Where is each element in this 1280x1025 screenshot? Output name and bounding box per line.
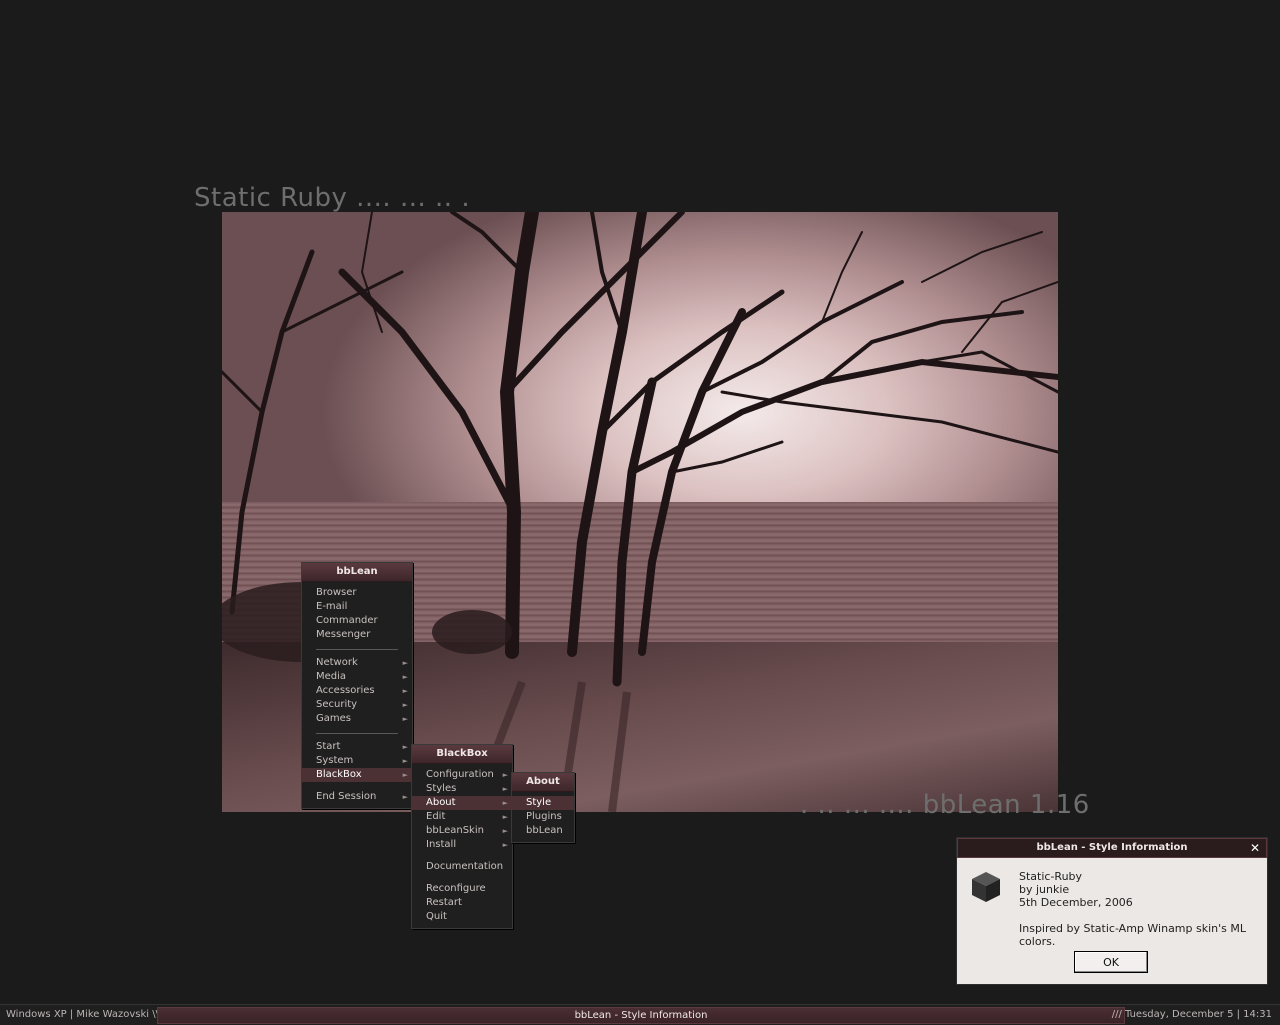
menu-item-restart[interactable]: Restart xyxy=(412,896,512,910)
submenu-arrow-icon: ► xyxy=(502,827,508,835)
menu-item-reconfigure[interactable]: Reconfigure xyxy=(412,882,512,896)
menu-item-end-session[interactable]: End Session ► xyxy=(302,790,412,804)
blackbox-menu-title: BlackBox xyxy=(412,745,512,764)
menu-item-label: Style xyxy=(526,797,552,808)
submenu-arrow-icon: ► xyxy=(402,715,408,723)
menu-item-games[interactable]: Games ► xyxy=(302,712,412,726)
main-menu-title: bbLean xyxy=(302,563,412,582)
menu-item-label: Documentation xyxy=(426,861,504,872)
ok-button[interactable]: OK xyxy=(1074,951,1148,973)
menu-item-label: Messenger xyxy=(316,629,371,640)
submenu-arrow-icon: ► xyxy=(402,771,408,779)
menu-item-media[interactable]: Media ► xyxy=(302,670,412,684)
menu-item-security[interactable]: Security ► xyxy=(302,698,412,712)
menu-item-install[interactable]: Install ► xyxy=(412,838,512,852)
submenu-arrow-icon: ► xyxy=(502,813,508,821)
menu-item-quit[interactable]: Quit xyxy=(412,910,512,924)
menu-item-label: End Session xyxy=(316,791,377,802)
submenu-arrow-icon: ► xyxy=(402,793,408,801)
desktop-version-banner: . .. ... .... bbLean 1.16 xyxy=(800,790,1090,820)
menu-item-plugins[interactable]: Plugins xyxy=(512,810,574,824)
menu-item-label: E-mail xyxy=(316,601,348,612)
main-menu: bbLean Browser E-mail Commander Messenge… xyxy=(301,562,413,809)
style-date: 5th December, 2006 xyxy=(1019,896,1133,909)
menu-item-bbleanskin[interactable]: bbLeanSkin ► xyxy=(412,824,512,838)
menu-item-label: Edit xyxy=(426,811,446,822)
menu-item-browser[interactable]: Browser xyxy=(302,586,412,600)
blackbox-menu: BlackBox Configuration ► Styles ► About ► E… xyxy=(411,744,513,929)
menu-gap xyxy=(412,874,512,882)
submenu-arrow-icon: ► xyxy=(502,785,508,793)
taskbar-workspace-label[interactable]: Windows XP | Mike Wazovski \\\ xyxy=(6,1005,162,1025)
menu-item-label: Configuration xyxy=(426,769,494,780)
menu-item-email[interactable]: E-mail xyxy=(302,600,412,614)
menu-item-label: Network xyxy=(316,657,358,668)
menu-item-label: Install xyxy=(426,839,457,850)
menu-item-start[interactable]: Start ► xyxy=(302,740,412,754)
style-description: Inspired by Static-Amp Winamp skin's ML … xyxy=(1019,922,1246,948)
menu-item-styles[interactable]: Styles ► xyxy=(412,782,512,796)
menu-item-label: Games xyxy=(316,713,351,724)
menu-item-label: BlackBox xyxy=(316,769,362,780)
dialog-title: bbLean - Style Information xyxy=(1036,842,1188,853)
menu-item-label: Plugins xyxy=(526,811,562,822)
menu-item-system[interactable]: System ► xyxy=(302,754,412,768)
submenu-arrow-icon: ► xyxy=(502,799,508,807)
style-author: by junkie xyxy=(1019,883,1070,896)
menu-gap xyxy=(302,782,412,790)
menu-gap xyxy=(412,852,512,860)
menu-item-about[interactable]: About ► xyxy=(412,796,512,810)
menu-item-bblean[interactable]: bbLean xyxy=(512,824,574,838)
menu-item-label: Quit xyxy=(426,911,447,922)
style-info-dialog: bbLean - Style Information ✕ Static-Ruby… xyxy=(956,837,1268,985)
menu-item-documentation[interactable]: Documentation xyxy=(412,860,512,874)
submenu-arrow-icon: ► xyxy=(402,757,408,765)
submenu-arrow-icon: ► xyxy=(402,687,408,695)
menu-item-label: Start xyxy=(316,741,341,752)
submenu-arrow-icon: ► xyxy=(402,743,408,751)
desktop-title-banner: Static Ruby .... ... .. . xyxy=(194,183,471,213)
menu-item-label: Accessories xyxy=(316,685,375,696)
menu-item-label: System xyxy=(316,755,354,766)
menu-item-label: Browser xyxy=(316,587,357,598)
menu-item-label: Styles xyxy=(426,783,457,794)
submenu-arrow-icon: ► xyxy=(402,659,408,667)
menu-item-commander[interactable]: Commander xyxy=(302,614,412,628)
menu-item-label: About xyxy=(426,797,456,808)
close-icon[interactable]: ✕ xyxy=(1250,839,1260,857)
menu-item-label: Media xyxy=(316,671,347,682)
submenu-arrow-icon: ► xyxy=(502,771,508,779)
menu-item-label: Restart xyxy=(426,897,462,908)
taskbar-clock[interactable]: /// Tuesday, December 5 | 14:31 xyxy=(1112,1005,1272,1025)
menu-item-label: Reconfigure xyxy=(426,883,486,894)
menu-item-label: Commander xyxy=(316,615,378,626)
submenu-arrow-icon: ► xyxy=(402,673,408,681)
cube-icon xyxy=(969,870,1003,908)
menu-separator xyxy=(302,726,412,740)
dialog-titlebar[interactable]: bbLean - Style Information ✕ xyxy=(957,838,1267,858)
submenu-arrow-icon: ► xyxy=(502,841,508,849)
menu-item-label: bbLean xyxy=(526,825,563,836)
taskbar-task-style-info[interactable]: bbLean - Style Information xyxy=(157,1007,1125,1024)
taskbar: Windows XP | Mike Wazovski \\\ bbLean - … xyxy=(0,1004,1280,1025)
menu-item-accessories[interactable]: Accessories ► xyxy=(302,684,412,698)
about-menu: About Style Plugins bbLean xyxy=(511,772,575,843)
style-name: Static-Ruby xyxy=(1019,870,1083,883)
menu-item-messenger[interactable]: Messenger xyxy=(302,628,412,642)
menu-item-edit[interactable]: Edit ► xyxy=(412,810,512,824)
menu-item-label: bbLeanSkin xyxy=(426,825,484,836)
submenu-arrow-icon: ► xyxy=(402,701,408,709)
menu-item-blackbox[interactable]: BlackBox ► xyxy=(302,768,412,782)
menu-item-style[interactable]: Style xyxy=(512,796,574,810)
about-menu-title: About xyxy=(512,773,574,792)
menu-separator xyxy=(302,642,412,656)
menu-item-configuration[interactable]: Configuration ► xyxy=(412,768,512,782)
menu-item-network[interactable]: Network ► xyxy=(302,656,412,670)
dialog-body: Static-Ruby by junkie 5th December, 2006… xyxy=(1019,870,1267,948)
menu-item-label: Security xyxy=(316,699,358,710)
